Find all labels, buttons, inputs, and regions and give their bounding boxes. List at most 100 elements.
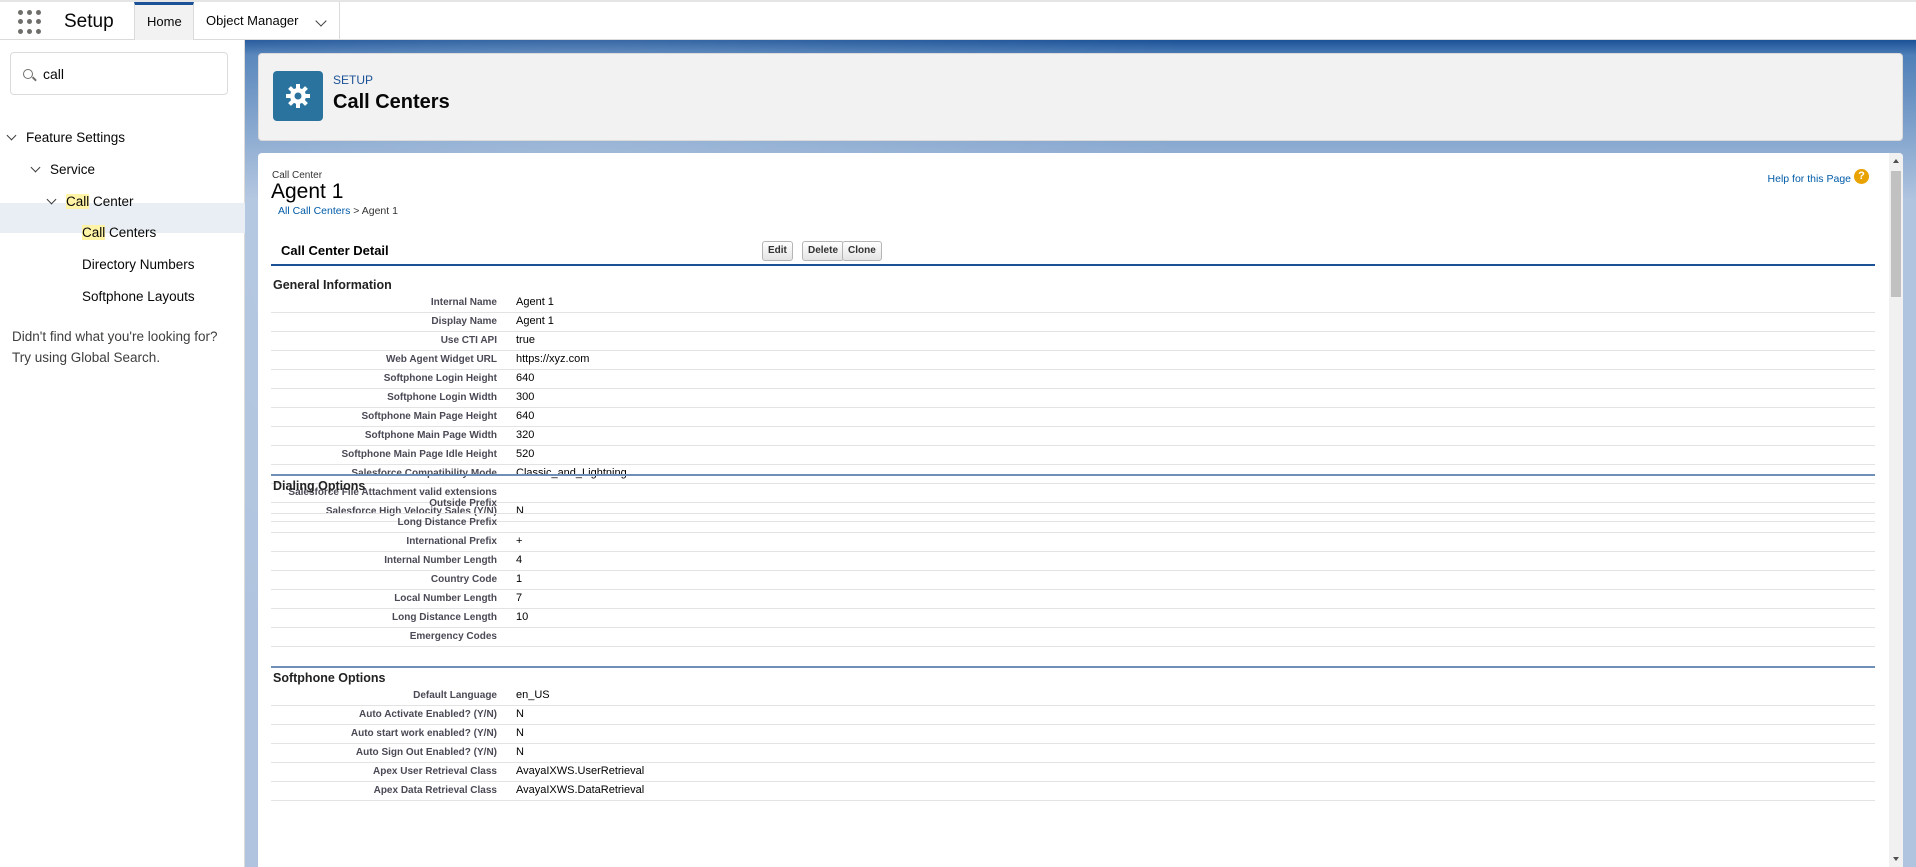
field-value: N [516, 727, 524, 739]
field-label: Long Distance Prefix [397, 517, 497, 528]
detail-row: Auto Sign Out Enabled? (Y/N) N [271, 744, 1875, 763]
field-value: Agent 1 [516, 296, 554, 308]
field-label: Country Code [430, 574, 497, 585]
detail-row: Display Name Agent 1 [271, 313, 1875, 332]
field-value: en_US [516, 689, 550, 701]
tree-item-label: Service [50, 162, 96, 177]
breadcrumb-separator: > [350, 205, 362, 217]
field-label: Auto Activate Enabled? (Y/N) [359, 709, 497, 720]
field-value: 10 [516, 611, 529, 623]
field-value: 1 [516, 573, 523, 585]
section-divider [271, 666, 1875, 668]
scroll-down-icon[interactable] [1893, 857, 1899, 861]
field-value: Classic_and_Lightning [516, 467, 627, 479]
help-icon[interactable]: ? [1854, 169, 1869, 184]
tree-item-label-rest: Centers [105, 225, 157, 240]
quick-find-box[interactable] [10, 52, 228, 95]
quick-find-input[interactable] [43, 63, 218, 85]
scroll-up-icon[interactable] [1893, 159, 1899, 163]
detail-row: Outside Prefix [271, 495, 1875, 514]
field-value: https://xyz.com [516, 353, 590, 365]
field-value: 520 [516, 448, 535, 460]
detail-row: Softphone Login Height 640 [271, 370, 1875, 389]
chevron-down-icon[interactable] [6, 130, 17, 141]
main-content: SETUP Call Centers Call Center Agent 1 A… [245, 40, 1916, 867]
field-label: Use CTI API [440, 335, 497, 346]
tree-item-call-center[interactable]: Call Center [46, 187, 134, 217]
tree-item-feature-settings[interactable]: Feature Settings [6, 123, 126, 153]
record-name: Agent 1 [271, 180, 344, 203]
detail-row: Long Distance Prefix [271, 514, 1875, 533]
detail-row: Web Agent Widget URL https://xyz.com [271, 351, 1875, 370]
field-label: Apex Data Retrieval Class [373, 785, 497, 796]
field-label: Softphone Main Page Width [364, 430, 497, 441]
record-breadcrumb: All Call Centers > Agent 1 [278, 205, 398, 217]
field-value: AvayaIXWS.UserRetrieval [516, 765, 645, 777]
field-label: Local Number Length [394, 593, 497, 604]
tree-item-directory-numbers[interactable]: Directory Numbers [82, 250, 195, 280]
no-results-message: Didn't find what you're looking for? Try… [12, 326, 237, 368]
field-value: 640 [516, 372, 535, 384]
detail-row: Country Code 1 [271, 571, 1875, 590]
page-block-title: Call Center Detail [281, 243, 389, 258]
section-title: Softphone Options [273, 671, 386, 685]
chevron-down-icon[interactable] [46, 194, 57, 205]
field-value: 640 [516, 410, 535, 422]
tree-item-softphone-layouts[interactable]: Softphone Layouts [82, 282, 195, 312]
tab-home[interactable]: Home [134, 2, 194, 40]
section-divider [271, 474, 1875, 476]
field-label: Internal Number Length [384, 555, 497, 566]
field-label: Softphone Main Page Idle Height [341, 449, 497, 460]
field-value: Agent 1 [516, 315, 554, 327]
field-label: Web Agent Widget URL [385, 354, 497, 365]
tree-item-call-centers[interactable]: Call Centers [82, 218, 156, 248]
detail-row: Local Number Length 7 [271, 590, 1875, 609]
detail-row: Softphone Main Page Idle Height 520 [271, 446, 1875, 465]
global-search-hint: Try using Global Search. [12, 350, 161, 365]
tree-item-service[interactable]: Service [30, 155, 96, 185]
no-results-line: Didn't find what you're looking for? [12, 329, 218, 344]
detail-row: Internal Name Agent 1 [271, 294, 1875, 313]
detail-row: Softphone Main Page Width 320 [271, 427, 1875, 446]
help-for-page-link[interactable]: Help for this Page [1768, 173, 1851, 185]
scrollbar[interactable] [1889, 153, 1903, 867]
detail-frame: Call Center Agent 1 All Call Centers > A… [258, 153, 1903, 867]
setup-gear-icon [273, 71, 323, 121]
detail-row: Default Language en_US [271, 687, 1875, 706]
tab-object-manager-label: Object Manager [206, 13, 299, 28]
section-title: Dialing Options [273, 479, 366, 493]
field-value: AvayaIXWS.DataRetrieval [516, 784, 645, 796]
field-value: 320 [516, 429, 535, 441]
breadcrumb[interactable]: SETUP [333, 73, 373, 87]
detail-row: International Prefix + [271, 533, 1875, 552]
tab-object-manager[interactable]: Object Manager [194, 2, 340, 40]
field-label: Softphone Main Page Height [361, 411, 497, 422]
detail-row: Apex User Retrieval Class AvayaIXWS.UserR… [271, 763, 1875, 782]
app-name: Setup [64, 11, 114, 32]
tree-item-label: Feature Settings [26, 130, 126, 145]
setup-sidebar: Feature Settings Service Call Center Cal… [0, 40, 245, 867]
detail-row: Emergency Codes [271, 628, 1875, 647]
detail-row: Auto Activate Enabled? (Y/N) N [271, 706, 1875, 725]
field-label: Display Name [431, 316, 497, 327]
scrollbar-thumb[interactable] [1891, 171, 1901, 297]
field-value: 7 [516, 592, 523, 604]
search-icon [23, 69, 33, 79]
edit-button[interactable]: Edit [762, 241, 793, 261]
field-value: true [516, 334, 535, 346]
page-block-header: Call Center Detail Edit Delete Clone [271, 236, 1875, 266]
chevron-down-icon[interactable] [30, 162, 41, 173]
field-label: Auto start work enabled? (Y/N) [350, 728, 497, 739]
app-launcher-icon[interactable] [18, 10, 44, 34]
page-header: SETUP Call Centers [258, 53, 1903, 141]
detail-row: Long Distance Length 10 [271, 609, 1875, 628]
clone-button[interactable]: Clone [842, 241, 882, 261]
field-label: Auto Sign Out Enabled? (Y/N) [355, 747, 497, 758]
chevron-down-icon[interactable] [315, 15, 327, 27]
all-call-centers-link[interactable]: All Call Centers [278, 205, 350, 217]
tree-item-label: Call Center [66, 194, 134, 209]
detail-row: Auto start work enabled? (Y/N) N [271, 725, 1875, 744]
field-label: Default Language [413, 690, 497, 701]
delete-button[interactable]: Delete [802, 241, 845, 261]
field-value: N [516, 708, 524, 720]
